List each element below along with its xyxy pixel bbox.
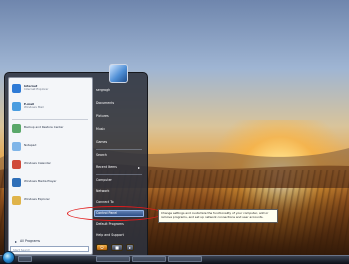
arrow-right-icon: ▸ bbox=[15, 238, 18, 244]
all-programs-label: All Programs bbox=[20, 239, 41, 243]
program-label: Notepad bbox=[24, 143, 37, 148]
program-media-player[interactable]: Windows Media Player bbox=[11, 175, 91, 189]
program-label: Windows Explorer bbox=[24, 197, 50, 202]
user-picture-icon[interactable] bbox=[109, 64, 128, 83]
program-notepad[interactable]: Notepad bbox=[11, 139, 91, 153]
shutdown-options-button[interactable]: ▸ bbox=[126, 244, 134, 251]
folder-icon bbox=[12, 195, 21, 205]
chevron-right-icon: ▸ bbox=[138, 165, 141, 170]
mail-icon bbox=[12, 101, 21, 111]
backup-icon bbox=[12, 123, 21, 133]
menu-item-documents[interactable]: Documents bbox=[96, 100, 144, 107]
menu-item-search[interactable]: Search bbox=[96, 152, 144, 159]
taskbar-quicklaunch[interactable] bbox=[18, 256, 32, 262]
calendar-icon bbox=[12, 159, 21, 169]
menu-item-user-folder[interactable]: sergrogh bbox=[96, 87, 144, 94]
taskbar-button[interactable] bbox=[132, 256, 166, 262]
program-sublabel: Internet Explorer bbox=[24, 87, 49, 91]
menu-item-games[interactable]: Games bbox=[96, 139, 144, 146]
start-menu: Internet Internet Explorer E-mail Windows … bbox=[4, 64, 148, 257]
program-list: Internet Internet Explorer E-mail Windows … bbox=[8, 77, 93, 255]
program-label: Windows Media Player bbox=[24, 179, 57, 184]
menu-item-music[interactable]: Music bbox=[96, 126, 144, 133]
power-icon: ⏻ bbox=[100, 245, 104, 250]
notepad-icon bbox=[12, 141, 21, 151]
program-internet[interactable]: Internet Internet Explorer bbox=[11, 81, 91, 95]
menu-item-default-programs[interactable]: Default Programs bbox=[96, 221, 144, 228]
control-panel-tooltip: Change settings and customize the functi… bbox=[158, 209, 278, 223]
start-button[interactable] bbox=[2, 251, 15, 264]
menu-item-recent-items[interactable]: Recent Items bbox=[96, 164, 144, 171]
internet-explorer-icon bbox=[12, 83, 21, 93]
menu-item-pictures[interactable]: Pictures bbox=[96, 113, 144, 120]
taskbar-button[interactable] bbox=[168, 256, 202, 262]
power-controls: ⏻ ■ ▸ bbox=[96, 244, 144, 251]
all-programs-button[interactable]: ▸ All Programs bbox=[11, 237, 89, 245]
menu-item-network[interactable]: Network bbox=[96, 188, 144, 195]
chevron-right-icon: ▸ bbox=[128, 245, 131, 250]
lock-button[interactable]: ■ bbox=[111, 244, 123, 251]
program-label: Backup and Restore Center bbox=[24, 125, 64, 130]
menu-item-connect-to[interactable]: Connect To bbox=[96, 199, 144, 206]
program-sublabel: Windows Mail bbox=[24, 105, 44, 109]
menu-item-computer[interactable]: Computer bbox=[96, 177, 144, 184]
program-email[interactable]: E-mail Windows Mail bbox=[11, 99, 91, 113]
program-calendar[interactable]: Windows Calendar bbox=[11, 157, 91, 171]
power-button[interactable]: ⏻ bbox=[96, 244, 108, 251]
divider bbox=[96, 174, 142, 175]
media-player-icon bbox=[12, 177, 21, 187]
program-label: Windows Calendar bbox=[24, 161, 51, 166]
menu-item-help-support[interactable]: Help and Support bbox=[96, 232, 144, 239]
lock-icon: ■ bbox=[115, 245, 119, 250]
start-search-input[interactable]: Start Search bbox=[10, 246, 89, 252]
taskbar-button[interactable] bbox=[96, 256, 130, 262]
system-tray[interactable] bbox=[300, 256, 347, 262]
divider bbox=[12, 119, 88, 120]
annotation-ellipse bbox=[67, 206, 163, 221]
program-explorer[interactable]: Windows Explorer bbox=[11, 193, 91, 207]
program-backup[interactable]: Backup and Restore Center bbox=[11, 121, 91, 135]
divider bbox=[96, 149, 142, 150]
